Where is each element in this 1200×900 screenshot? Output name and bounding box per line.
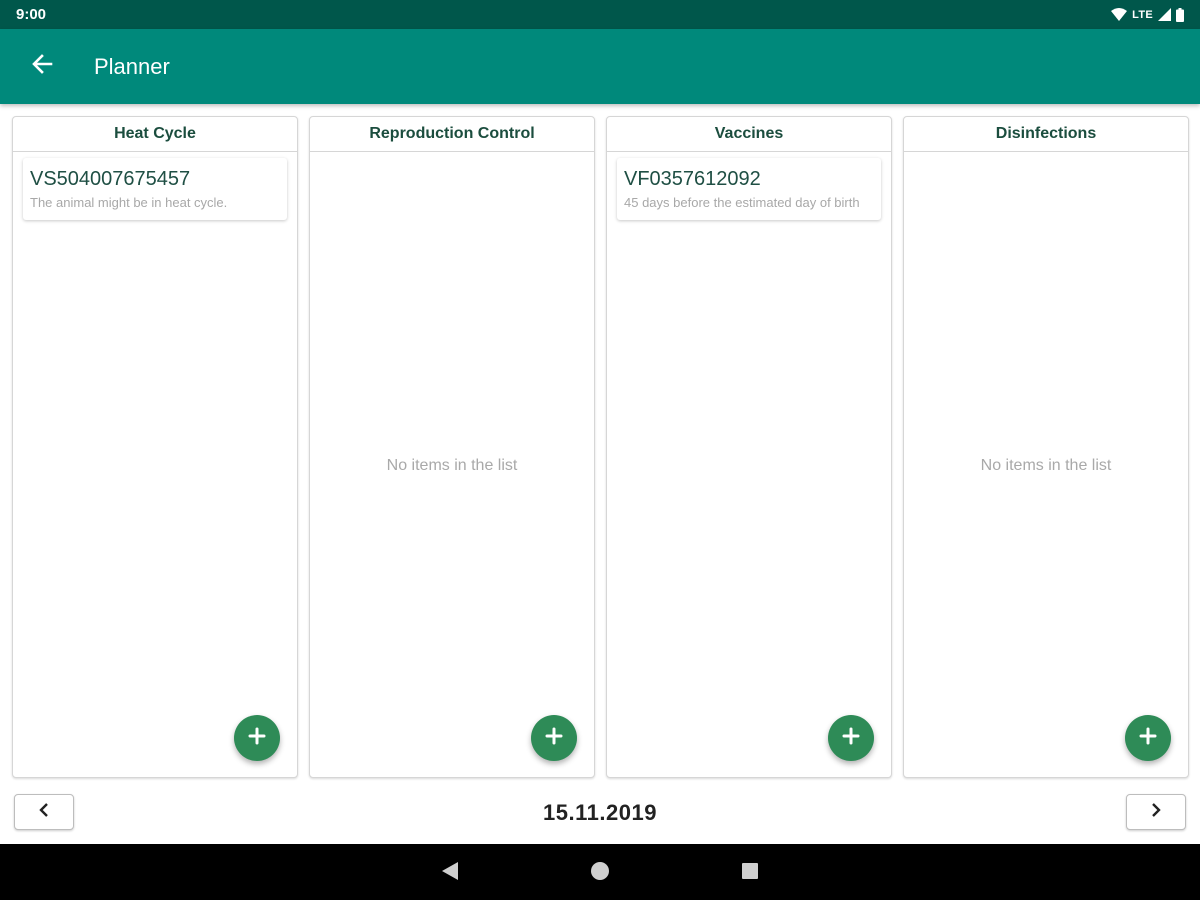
date-navigation: 15.11.2019 — [0, 792, 1200, 832]
column-list[interactable]: No items in the list — [904, 152, 1188, 777]
add-disinfection-button[interactable] — [1125, 715, 1171, 761]
item-id: VF0357612092 — [624, 168, 761, 190]
column-title: Heat Cycle — [13, 117, 297, 152]
status-bar: 9:00 LTE — [0, 0, 1200, 29]
system-back-button[interactable] — [439, 861, 461, 886]
empty-list-text: No items in the list — [980, 457, 1112, 474]
column-list[interactable]: VF0357612092 45 days before the estimate… — [607, 152, 891, 777]
system-recents-button[interactable] — [739, 862, 761, 884]
plus-icon — [842, 727, 860, 750]
column-reproduction-control: Reproduction Control No items in the lis… — [309, 116, 595, 778]
status-icons: LTE — [1111, 7, 1184, 22]
chevron-right-icon — [1150, 802, 1162, 823]
battery-icon — [1176, 7, 1184, 22]
column-title: Vaccines — [607, 117, 891, 152]
list-item[interactable]: VS504007675457 The animal might be in he… — [23, 158, 287, 220]
wifi-icon — [1111, 8, 1128, 21]
page-title: Planner — [94, 53, 170, 79]
item-description: 45 days before the estimated day of birt… — [624, 195, 860, 210]
add-heat-cycle-button[interactable] — [234, 715, 280, 761]
network-type: LTE — [1132, 8, 1153, 21]
column-title: Disinfections — [904, 117, 1188, 152]
app-bar: Planner — [0, 29, 1200, 104]
recents-square-icon — [741, 862, 759, 885]
current-date: 15.11.2019 — [543, 800, 657, 825]
add-reproduction-control-button[interactable] — [531, 715, 577, 761]
column-title: Reproduction Control — [310, 117, 594, 152]
next-day-button[interactable] — [1126, 794, 1186, 830]
column-heat-cycle: Heat Cycle VS504007675457 The animal mig… — [12, 116, 298, 778]
empty-list-text: No items in the list — [386, 457, 518, 474]
item-description: The animal might be in heat cycle. — [30, 195, 228, 210]
list-item[interactable]: VF0357612092 45 days before the estimate… — [617, 158, 881, 220]
add-vaccine-button[interactable] — [828, 715, 874, 761]
column-list[interactable]: No items in the list — [310, 152, 594, 777]
arrow-back-icon — [31, 53, 53, 80]
system-navigation-bar — [0, 844, 1200, 900]
column-disinfections: Disinfections No items in the list — [903, 116, 1189, 778]
item-id: VS504007675457 — [30, 168, 191, 190]
status-time: 9:00 — [16, 6, 47, 23]
plus-icon — [545, 727, 563, 750]
plus-icon — [248, 727, 266, 750]
system-home-button[interactable] — [589, 861, 611, 886]
home-circle-icon — [590, 861, 610, 886]
planner-columns: Heat Cycle VS504007675457 The animal mig… — [12, 116, 1189, 778]
plus-icon — [1139, 727, 1157, 750]
column-vaccines: Vaccines VF0357612092 45 days before the… — [606, 116, 892, 778]
signal-icon — [1158, 8, 1171, 21]
back-button[interactable] — [18, 43, 66, 91]
back-triangle-icon — [441, 861, 459, 886]
column-list[interactable]: VS504007675457 The animal might be in he… — [13, 152, 297, 777]
